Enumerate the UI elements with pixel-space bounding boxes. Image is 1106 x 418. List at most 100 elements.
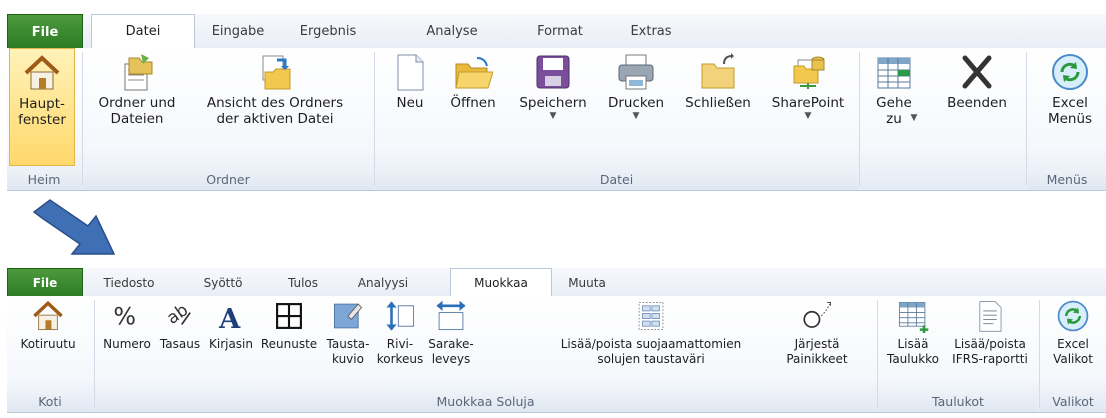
beenden-button[interactable]: Beenden — [940, 48, 1014, 166]
home-icon — [24, 55, 60, 90]
ifrs-raportti-label: Lisää/poista IFRS-raportti — [952, 337, 1028, 366]
dropdown-arrow-icon[interactable]: ▼ — [633, 111, 640, 121]
jarjesta-label: Järjestä Painikkeet — [786, 337, 848, 366]
ordner-dateien-button[interactable]: Ordner und Dateien — [91, 48, 183, 166]
reunuste-label: Reunuste — [260, 337, 318, 351]
group-heim: Haupt- fenster Heim — [7, 48, 81, 190]
group-label-muokkaa-soluja: Muokkaa Soluja — [95, 392, 876, 412]
gehe-zu-label: Gehe zu — [876, 95, 912, 127]
sharepoint-icon — [793, 56, 825, 89]
tab-tiedosto[interactable]: Tiedosto — [93, 268, 165, 297]
lisaa-taulukko-button[interactable]: Lisää Taulukko — [880, 296, 946, 392]
svg-text:ab: ab — [163, 300, 192, 329]
sarakeleveys-button[interactable]: Sarake- leveys — [427, 296, 475, 392]
ifrs-raportti-button[interactable]: Lisää/poista IFRS-raportti — [946, 296, 1034, 392]
group-menus-area: Gehe zu ▼ Beenden Excel Menüs Menüs — [860, 48, 1106, 190]
fill-pattern-icon — [333, 303, 363, 329]
open-folder-icon — [455, 57, 493, 89]
folder-arrow-icon — [262, 55, 291, 90]
ribbon-tab-bar: File Datei Eingabe Ergebnis Analyse Form… — [7, 14, 1106, 49]
tab-tulos[interactable]: Tulos — [277, 268, 329, 297]
unprotected-cells-icon — [638, 301, 664, 331]
kirjasin-button[interactable]: A Kirjasin — [205, 296, 257, 392]
tab-analyse[interactable]: Analyse — [417, 14, 487, 49]
group-taulukot: Lisää Taulukko Lisää/poista IFRS-raportt… — [878, 296, 1038, 412]
group-label-menus: Menüs — [1028, 170, 1106, 190]
jarjesta-button[interactable]: Järjestä Painikkeet — [781, 296, 853, 392]
text-align-icon: ab — [163, 300, 192, 329]
group-label-valikot: Valikot — [1040, 392, 1106, 412]
ribbon-german: File Datei Eingabe Ergebnis Analyse Form… — [7, 14, 1106, 191]
tab-analyysi[interactable]: Analyysi — [347, 268, 419, 297]
dropdown-arrow-icon[interactable]: ▼ — [805, 111, 812, 121]
group-label-ordner: Ordner — [83, 170, 373, 190]
tab-file[interactable]: File — [7, 268, 83, 297]
schliessen-button[interactable]: Schließen — [677, 48, 759, 166]
kirjasin-label: Kirjasin — [208, 337, 253, 351]
sarakeleveys-label: Sarake- leveys — [428, 337, 474, 366]
group-label-datei: Datei — [375, 170, 858, 190]
oeffnen-button[interactable]: Öffnen — [441, 48, 505, 166]
ribbon-tab-bar: File Tiedosto Syöttö Tulos Analyysi Muok… — [7, 268, 1106, 297]
speichern-button[interactable]: Speichern ▼ — [511, 48, 595, 166]
tab-extras[interactable]: Extras — [621, 14, 681, 49]
sharepoint-label: SharePoint — [771, 95, 845, 111]
close-folder-icon — [701, 53, 735, 89]
ansicht-ordner-label: Ansicht des Ordners der aktiven Datei — [206, 95, 344, 127]
excel-valikot-label: Excel Valikot — [1053, 337, 1093, 366]
tab-format[interactable]: Format — [527, 14, 593, 49]
beenden-label: Beenden — [947, 95, 1007, 111]
tab-syotto[interactable]: Syöttö — [193, 268, 253, 297]
tab-file[interactable]: File — [7, 14, 83, 49]
taustakuvio-button[interactable]: Tausta- kuvio — [321, 296, 375, 392]
kotiruutu-button[interactable]: Kotiruutu — [9, 296, 87, 392]
refresh-circle-icon — [1052, 54, 1088, 90]
home-icon — [33, 300, 63, 331]
tab-muuta[interactable]: Muuta — [559, 268, 615, 297]
folder-files-icon — [124, 54, 153, 91]
neu-label: Neu — [396, 95, 424, 111]
taustakuvio-label: Tausta- kuvio — [326, 337, 370, 366]
suojaamattomien-label: Lisää/poista suojaamattomien solujen tau… — [560, 337, 742, 366]
ribbon-body: Kotiruutu Koti % Numero ab Tasaus A Kirj… — [7, 296, 1106, 413]
sharepoint-button[interactable]: SharePoint ▼ — [765, 48, 851, 166]
ansicht-ordner-button[interactable]: Ansicht des Ordners der aktiven Datei — [191, 48, 359, 166]
schliessen-label: Schließen — [685, 95, 751, 111]
reunuste-button[interactable]: Reunuste — [257, 296, 321, 392]
numero-button[interactable]: % Numero — [99, 296, 155, 392]
group-label-taulukot: Taulukot — [878, 392, 1038, 412]
group-label-heim: Heim — [7, 170, 81, 190]
tasaus-button[interactable]: ab Tasaus — [157, 296, 203, 392]
oeffnen-label: Öffnen — [450, 95, 496, 111]
rivikorkeus-label: Rivi- korkeus — [376, 337, 424, 366]
dropdown-arrow-icon[interactable]: ▼ — [550, 111, 557, 121]
suojaamattomien-button[interactable]: Lisää/poista suojaamattomien solujen tau… — [543, 296, 759, 392]
save-icon — [536, 55, 570, 89]
percent-icon: % — [113, 303, 136, 331]
column-width-icon — [436, 300, 466, 331]
tab-ergebnis[interactable]: Ergebnis — [283, 14, 373, 49]
group-muokkaa-soluja: % Numero ab Tasaus A Kirjasin Reunuste T… — [95, 296, 876, 412]
tab-datei[interactable]: Datei — [91, 14, 195, 49]
separator — [1026, 52, 1027, 186]
ordner-dateien-label: Ordner und Dateien — [98, 95, 176, 127]
arrow-down-right-icon — [32, 199, 116, 255]
insert-table-icon — [898, 301, 929, 333]
drucken-button[interactable]: Drucken ▼ — [601, 48, 671, 166]
tab-eingabe[interactable]: Eingabe — [197, 14, 279, 49]
neu-button[interactable]: Neu — [387, 48, 433, 166]
printer-icon — [618, 54, 654, 90]
table-goto-icon — [877, 57, 911, 89]
arrange-buttons-icon — [803, 301, 832, 328]
ribbon-body: Haupt- fenster Heim Ordner und Dateien A… — [7, 48, 1106, 191]
rivikorkeus-button[interactable]: Rivi- korkeus — [377, 296, 423, 392]
hauptfenster-label: Haupt- fenster — [18, 96, 66, 128]
excel-menus-button[interactable]: Excel Menüs — [1040, 48, 1100, 166]
svg-text:%: % — [113, 303, 136, 331]
hauptfenster-button[interactable]: Haupt- fenster — [9, 48, 75, 166]
dropdown-arrow-icon[interactable]: ▼ — [911, 113, 918, 123]
gehe-zu-button[interactable]: Gehe zu ▼ — [866, 48, 922, 166]
tab-muokkaa[interactable]: Muokkaa — [450, 268, 552, 297]
excel-valikot-button[interactable]: Excel Valikot — [1044, 296, 1102, 392]
group-koti: Kotiruutu Koti — [7, 296, 93, 412]
